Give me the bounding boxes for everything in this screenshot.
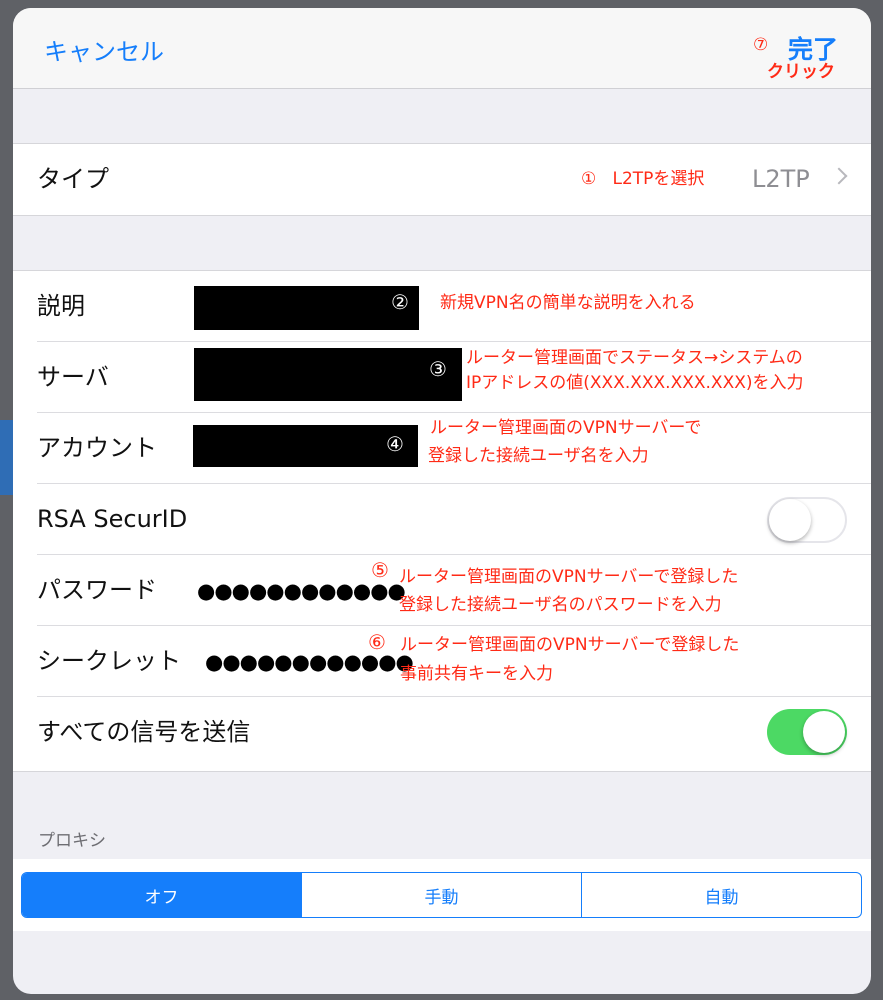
send-all-traffic-row: すべての信号を送信	[13, 697, 871, 768]
proxy-manual-segment[interactable]: 手動	[301, 873, 581, 917]
send-all-traffic-label: すべての信号を送信	[37, 718, 251, 746]
password-label: パスワード	[37, 576, 157, 604]
vpn-fields-group: 説明 ② 新規VPN名の簡単な説明を入れる サーバ ③ ルーター管理画面でステー…	[13, 270, 871, 772]
account-field-redacted[interactable]	[193, 425, 418, 467]
server-label: サーバ	[37, 363, 109, 391]
proxy-segmented-control: オフ 手動 自動	[21, 872, 862, 918]
password-field[interactable]: ●●●●●●●●●●●●	[197, 581, 406, 602]
annotation-step-7: ⑦	[753, 35, 769, 55]
type-value: L2TP	[752, 165, 810, 193]
background-app-strip	[0, 420, 14, 495]
account-row: アカウント ④ ルーター管理画面のVPNサーバーで 登録した接続ユーザ名を入力	[13, 413, 871, 484]
description-row: 説明 ② 新規VPN名の簡単な説明を入れる	[13, 271, 871, 342]
rsa-securid-row: RSA SecurID	[13, 484, 871, 555]
cancel-button[interactable]: キャンセル	[44, 32, 164, 67]
proxy-off-segment[interactable]: オフ	[22, 873, 301, 917]
server-row: サーバ ③ ルーター管理画面でステータス→システムの IPアドレスの値(XXX.…	[13, 342, 871, 413]
type-group: タイプ ① L2TPを選択 L2TP	[13, 143, 871, 216]
shared-secret-label: シークレット	[37, 647, 181, 675]
annotation-password-note-2: 登録した接続ユーザ名のパスワードを入力	[399, 595, 722, 615]
annotation-account-note-2: 登録した接続ユーザ名を入力	[428, 446, 649, 466]
type-row[interactable]: タイプ ① L2TPを選択 L2TP	[13, 144, 871, 215]
annotation-server-note-2: IPアドレスの値(XXX.XXX.XXX.XXX)を入力	[466, 373, 804, 393]
annotation-click: クリック	[767, 62, 835, 82]
annotation-secret-note-1: ルーター管理画面のVPNサーバーで登録した	[400, 635, 740, 655]
send-all-traffic-toggle[interactable]	[767, 709, 847, 755]
navigation-bar: キャンセル ⑦ 完了 クリック	[13, 8, 871, 89]
chevron-right-icon	[830, 167, 848, 185]
password-row: パスワード ●●●●●●●●●●●● ⑤ ルーター管理画面のVPNサーバーで登録…	[13, 555, 871, 626]
toggle-knob	[803, 711, 845, 753]
done-button[interactable]: 完了	[788, 30, 838, 66]
rsa-securid-toggle[interactable]	[767, 497, 847, 543]
vpn-config-sheet: キャンセル ⑦ 完了 クリック タイプ ① L2TPを選択 L2TP 説明 ② …	[13, 8, 871, 994]
annotation-step-4: ④	[386, 432, 404, 456]
annotation-secret-note-2: 事前共有キーを入力	[400, 664, 553, 684]
server-field-redacted[interactable]	[194, 348, 462, 401]
annotation-server-note-1: ルーター管理画面でステータス→システムの	[466, 348, 803, 368]
annotation-description-note: 新規VPN名の簡単な説明を入れる	[440, 293, 696, 313]
type-label: タイプ	[37, 165, 109, 193]
rsa-securid-label: RSA SecurID	[37, 505, 188, 533]
description-label: 説明	[37, 292, 85, 320]
annotation-step-6: ⑥	[368, 630, 386, 654]
description-field-redacted[interactable]	[194, 286, 419, 330]
annotation-account-note-1: ルーター管理画面のVPNサーバーで	[430, 418, 702, 438]
annotation-step-2: ②	[391, 290, 409, 314]
proxy-section-header: プロキシ	[38, 831, 106, 851]
annotation-step-3: ③	[429, 357, 447, 381]
annotation-step-1: ① L2TPを選択	[581, 169, 705, 189]
shared-secret-row: シークレット ●●●●●●●●●●●● ⑥ ルーター管理画面のVPNサーバーで登…	[13, 626, 871, 697]
annotation-password-note-1: ルーター管理画面のVPNサーバーで登録した	[399, 567, 739, 587]
annotation-step-5: ⑤	[371, 558, 389, 582]
proxy-auto-segment[interactable]: 自動	[581, 873, 861, 917]
shared-secret-field[interactable]: ●●●●●●●●●●●●	[205, 652, 414, 673]
proxy-group: オフ 手動 自動	[13, 859, 871, 931]
toggle-knob	[769, 499, 811, 541]
account-label: アカウント	[37, 434, 157, 462]
